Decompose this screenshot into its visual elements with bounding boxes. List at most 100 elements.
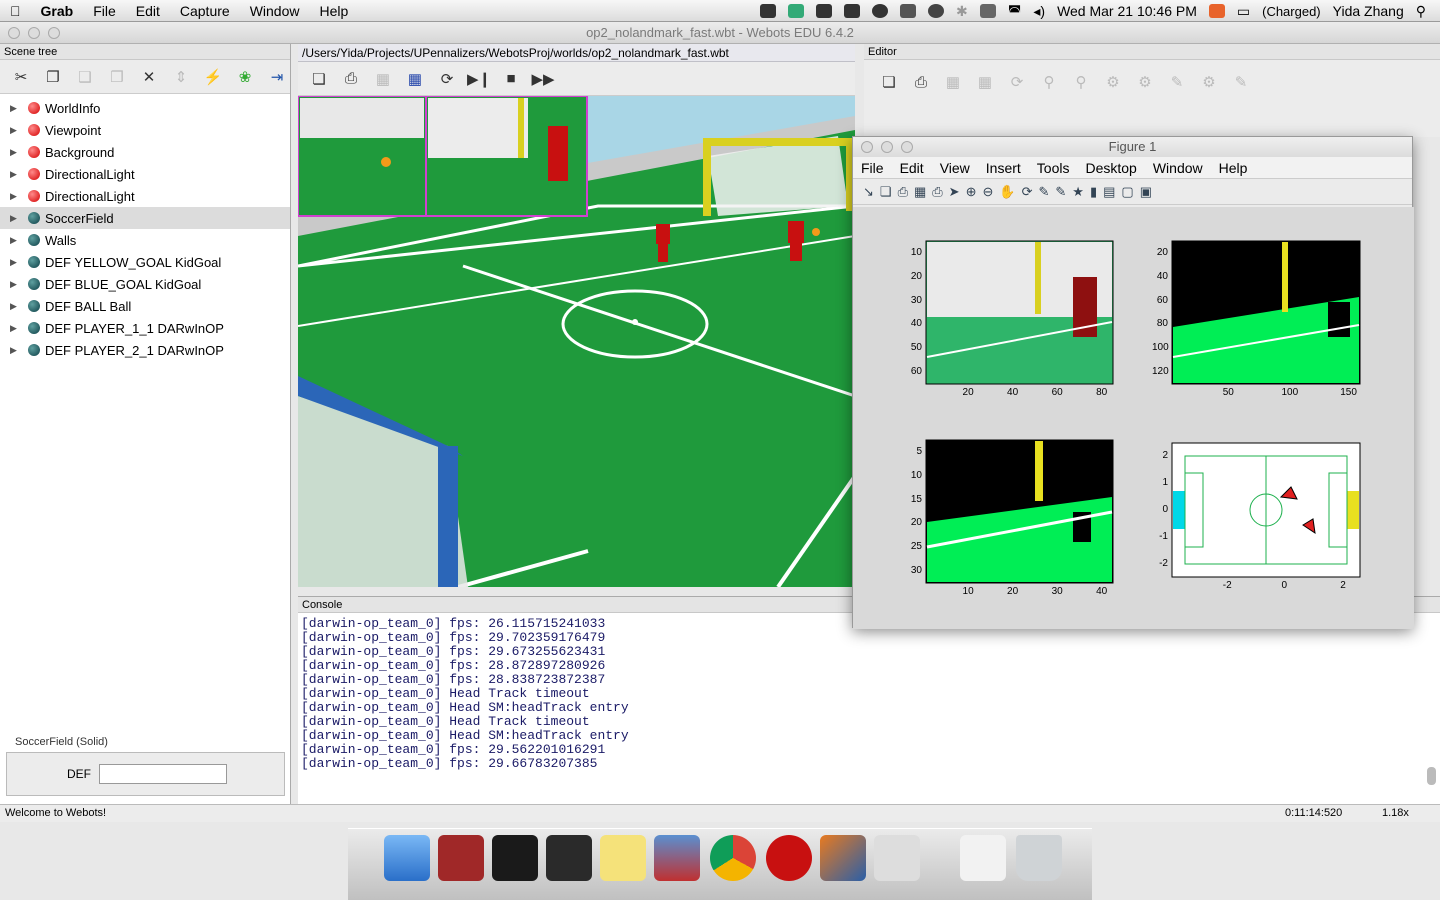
display-icon[interactable] [979,4,996,18]
def-input[interactable] [99,764,227,784]
expand-arrow-icon[interactable]: ▶ [10,147,20,158]
revert-icon[interactable]: ⟳ [434,67,460,91]
expand-arrow-icon[interactable]: ▶ [10,103,20,114]
tree-node[interactable]: ▶ Background [0,141,290,163]
expand-arrow-icon[interactable]: ▶ [10,169,20,180]
save-world-icon[interactable]: ▦ [370,67,396,91]
paste-icon[interactable]: ❑ [72,65,98,89]
battery-icon[interactable]: ▭ [1237,3,1250,20]
fast-forward-icon[interactable]: ▶▶ [530,67,556,91]
fig-menu-edit[interactable]: Edit [892,160,932,176]
fig-new-icon[interactable]: ❏ [880,184,892,200]
fig-rotate-icon[interactable]: ⟳ [1022,184,1033,200]
figure-minimize-button[interactable] [881,141,893,153]
fig-zoom-out-icon[interactable]: ⊖ [982,184,993,200]
editor-save-as-icon[interactable]: ▦ [972,70,998,94]
hat-icon[interactable] [816,4,833,18]
fig-zoom-in-icon[interactable]: ⊕ [966,184,977,200]
editor-replace-icon[interactable]: ⚲ [1068,70,1094,94]
tree-node[interactable]: ▶ DirectionalLight [0,185,290,207]
fig-menu-help[interactable]: Help [1211,160,1256,176]
stickies-icon[interactable] [600,835,646,881]
battery-status[interactable]: (Charged) [1262,4,1321,19]
time-machine-icon[interactable] [928,4,945,18]
figure-zoom-button[interactable] [901,141,913,153]
expand-arrow-icon[interactable]: ▶ [10,191,20,202]
expand-arrow-icon[interactable]: ▶ [10,125,20,136]
editor-brush-icon[interactable]: ✎ [1228,70,1254,94]
editor-new-icon[interactable]: ❏ [876,70,902,94]
fig-open-icon[interactable]: ⎙ [898,184,908,200]
fig-dock-icon[interactable]: ↘ [863,184,874,200]
simulation-3d-view[interactable] [298,96,855,587]
menu-help[interactable]: Help [309,0,358,22]
fig-menu-view[interactable]: View [932,160,978,176]
menu-capture[interactable]: Capture [170,0,240,22]
fig-menu-desktop[interactable]: Desktop [1077,160,1144,176]
webots-icon[interactable] [766,835,812,881]
matlab-icon[interactable] [820,835,866,881]
expand-arrow-icon[interactable]: ▶ [10,235,20,246]
fig-menu-file[interactable]: File [853,160,892,176]
tree-node[interactable]: ▶ SoccerField [0,207,290,229]
fig-colorbar-icon[interactable]: ▮ [1090,184,1097,200]
finder-icon[interactable] [384,835,430,881]
fig-save-icon[interactable]: ▦ [914,184,926,200]
fig-legend-icon[interactable]: ▤ [1103,184,1115,200]
dictionary-icon[interactable] [438,835,484,881]
screen-sharing-icon[interactable] [654,835,700,881]
tree-node[interactable]: ▶ DEF YELLOW_GOAL KidGoal [0,251,290,273]
tree-node[interactable]: ▶ DirectionalLight [0,163,290,185]
console-output[interactable]: [darwin-op_team_0] fps: 26.115715241033[… [298,613,1440,775]
fig-datacursor-icon[interactable]: ✎ [1038,184,1049,200]
close-window-button[interactable] [8,27,20,39]
expand-arrow-icon[interactable]: ▶ [10,257,20,268]
wifi-icon[interactable]: ◚ [1008,3,1022,20]
export-icon[interactable]: ⇥ [264,65,290,89]
trash-icon[interactable] [1016,835,1062,881]
editor-save-icon[interactable]: ▦ [940,70,966,94]
refresh-icon[interactable] [900,4,917,18]
tree-node[interactable]: ▶ Viewpoint [0,119,290,141]
activity-monitor-icon[interactable] [546,835,592,881]
dropbox-icon[interactable] [760,4,777,18]
apple-icon[interactable]:  [0,0,31,22]
add-node-icon[interactable]: ❀ [232,65,258,89]
fig-print-icon[interactable]: ⎙ [932,184,942,200]
fig-pointer-icon[interactable]: ➤ [949,184,960,200]
fig-menu-window[interactable]: Window [1145,160,1211,176]
tree-node[interactable]: ▶ DEF BALL Ball [0,295,290,317]
grid-icon[interactable] [844,4,861,18]
copy-icon[interactable]: ❐ [40,65,66,89]
figure-close-button[interactable] [861,141,873,153]
minimize-window-button[interactable] [28,27,40,39]
help-icon[interactable]: ⚡ [200,65,226,89]
editor-find-icon[interactable]: ⚲ [1036,70,1062,94]
moon-icon[interactable] [872,4,889,18]
save-as-icon[interactable]: ▦ [402,67,428,91]
cut-icon[interactable]: ✂ [8,65,34,89]
bluetooth-icon[interactable]: ✱ [956,3,968,20]
spotlight-icon[interactable]: ⚲ [1416,3,1426,20]
fig-pan-icon[interactable]: ✋ [999,184,1015,200]
open-world-icon[interactable]: ⎙ [338,67,364,91]
editor-build-icon[interactable]: ⚙ [1100,70,1126,94]
expand-arrow-icon[interactable]: ▶ [10,213,20,224]
fig-show-icon[interactable]: ▣ [1140,184,1152,200]
paste-after-icon[interactable]: ❒ [104,65,130,89]
step-icon[interactable]: ▶❙ [466,67,492,91]
volume-icon[interactable]: ◂) [1033,3,1045,20]
datetime[interactable]: Wed Mar 21 10:46 PM [1057,3,1197,19]
fig-brush-icon[interactable]: ✎ [1055,184,1066,200]
editor-make-icon[interactable]: ⚙ [1132,70,1158,94]
zoom-window-button[interactable] [48,27,60,39]
documents-icon[interactable] [960,835,1006,881]
new-world-icon[interactable]: ❏ [306,67,332,91]
grab-icon[interactable] [874,835,920,881]
app-s-icon[interactable] [1208,4,1225,18]
delete-icon[interactable]: ✕ [136,65,162,89]
tree-node[interactable]: ▶ DEF BLUE_GOAL KidGoal [0,273,290,295]
menu-file[interactable]: File [83,0,126,22]
editor-cross-icon[interactable]: ⚙ [1196,70,1222,94]
fig-link-icon[interactable]: ★ [1072,184,1084,200]
